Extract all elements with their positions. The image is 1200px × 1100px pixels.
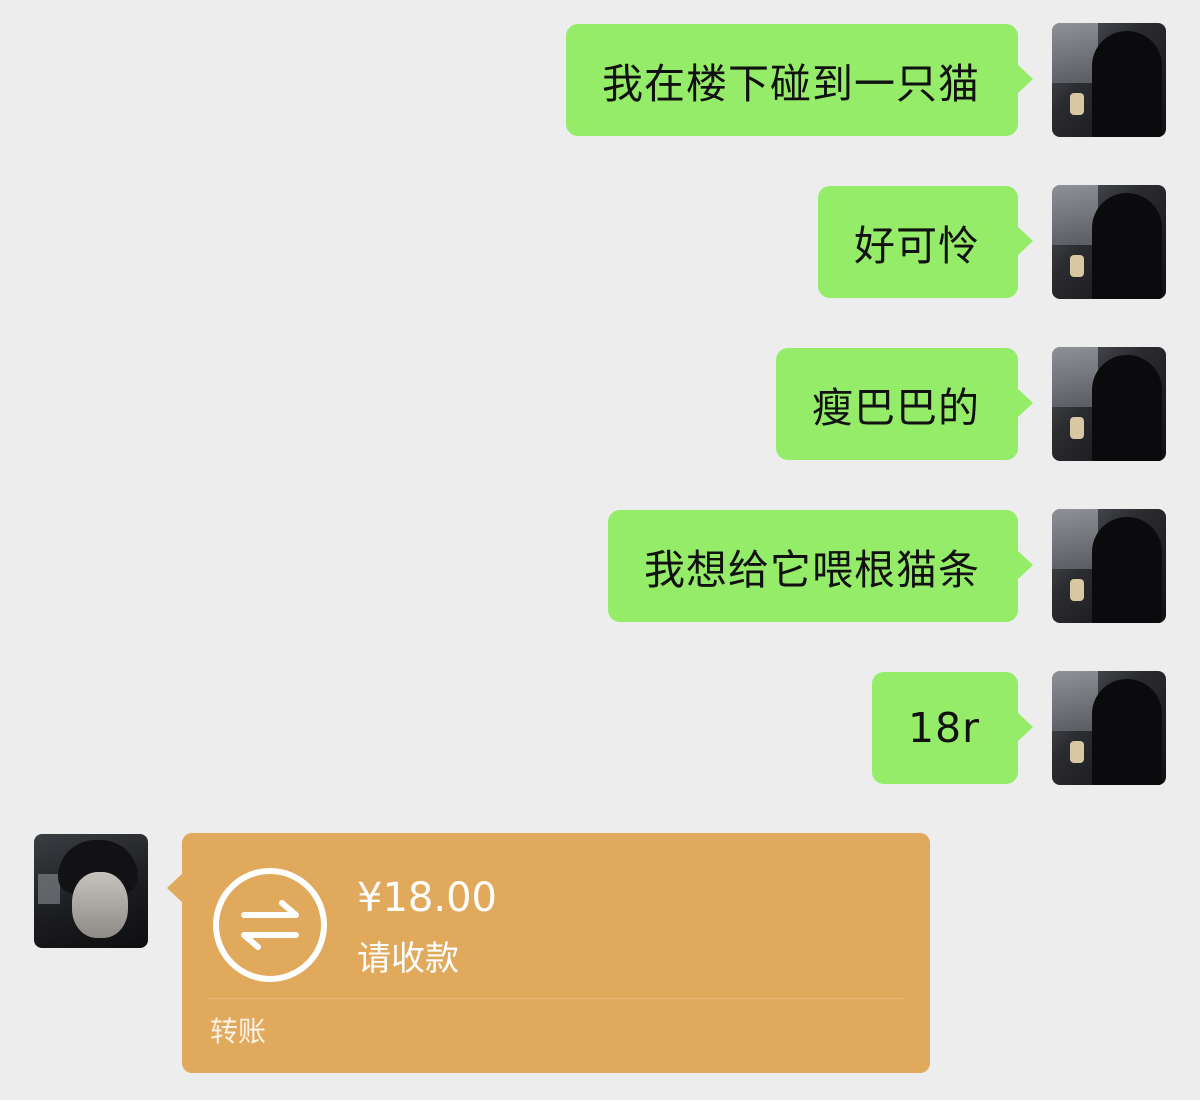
self-avatar[interactable] xyxy=(1052,23,1166,137)
chat-window: 我在楼下碰到一只猫 好可怜 瘦巴巴的 我想给它喂根猫条 18r ¥18.00 请… xyxy=(0,0,1200,1100)
message-text: 18r xyxy=(907,704,980,752)
message-text: 瘦巴巴的 xyxy=(812,384,980,432)
message-bubble-out[interactable]: 我想给它喂根猫条 xyxy=(608,510,1033,622)
self-avatar[interactable] xyxy=(1052,347,1166,461)
message-text: 好可怜 xyxy=(854,222,980,270)
message-text: 我在楼下碰到一只猫 xyxy=(602,60,980,108)
self-avatar[interactable] xyxy=(1052,185,1166,299)
transfer-card[interactable]: ¥18.00 请收款 转账 xyxy=(167,833,930,1073)
message-text: 我想给它喂根猫条 xyxy=(644,546,980,594)
message-bubble-out[interactable]: 我在楼下碰到一只猫 xyxy=(566,24,1033,136)
transfer-status: 请收款 xyxy=(357,939,459,979)
message-bubble-out[interactable]: 瘦巴巴的 xyxy=(776,348,1033,460)
self-avatar[interactable] xyxy=(1052,509,1166,623)
contact-avatar[interactable] xyxy=(34,834,148,948)
transfer-divider xyxy=(208,998,904,999)
message-bubble-out[interactable]: 18r xyxy=(871,672,1034,784)
message-bubble-out[interactable]: 好可怜 xyxy=(818,186,1033,298)
transfer-arrows-icon xyxy=(213,868,327,982)
transfer-type-label: 转账 xyxy=(210,1015,267,1048)
transfer-amount: ¥18.00 xyxy=(357,875,497,921)
self-avatar[interactable] xyxy=(1052,671,1166,785)
